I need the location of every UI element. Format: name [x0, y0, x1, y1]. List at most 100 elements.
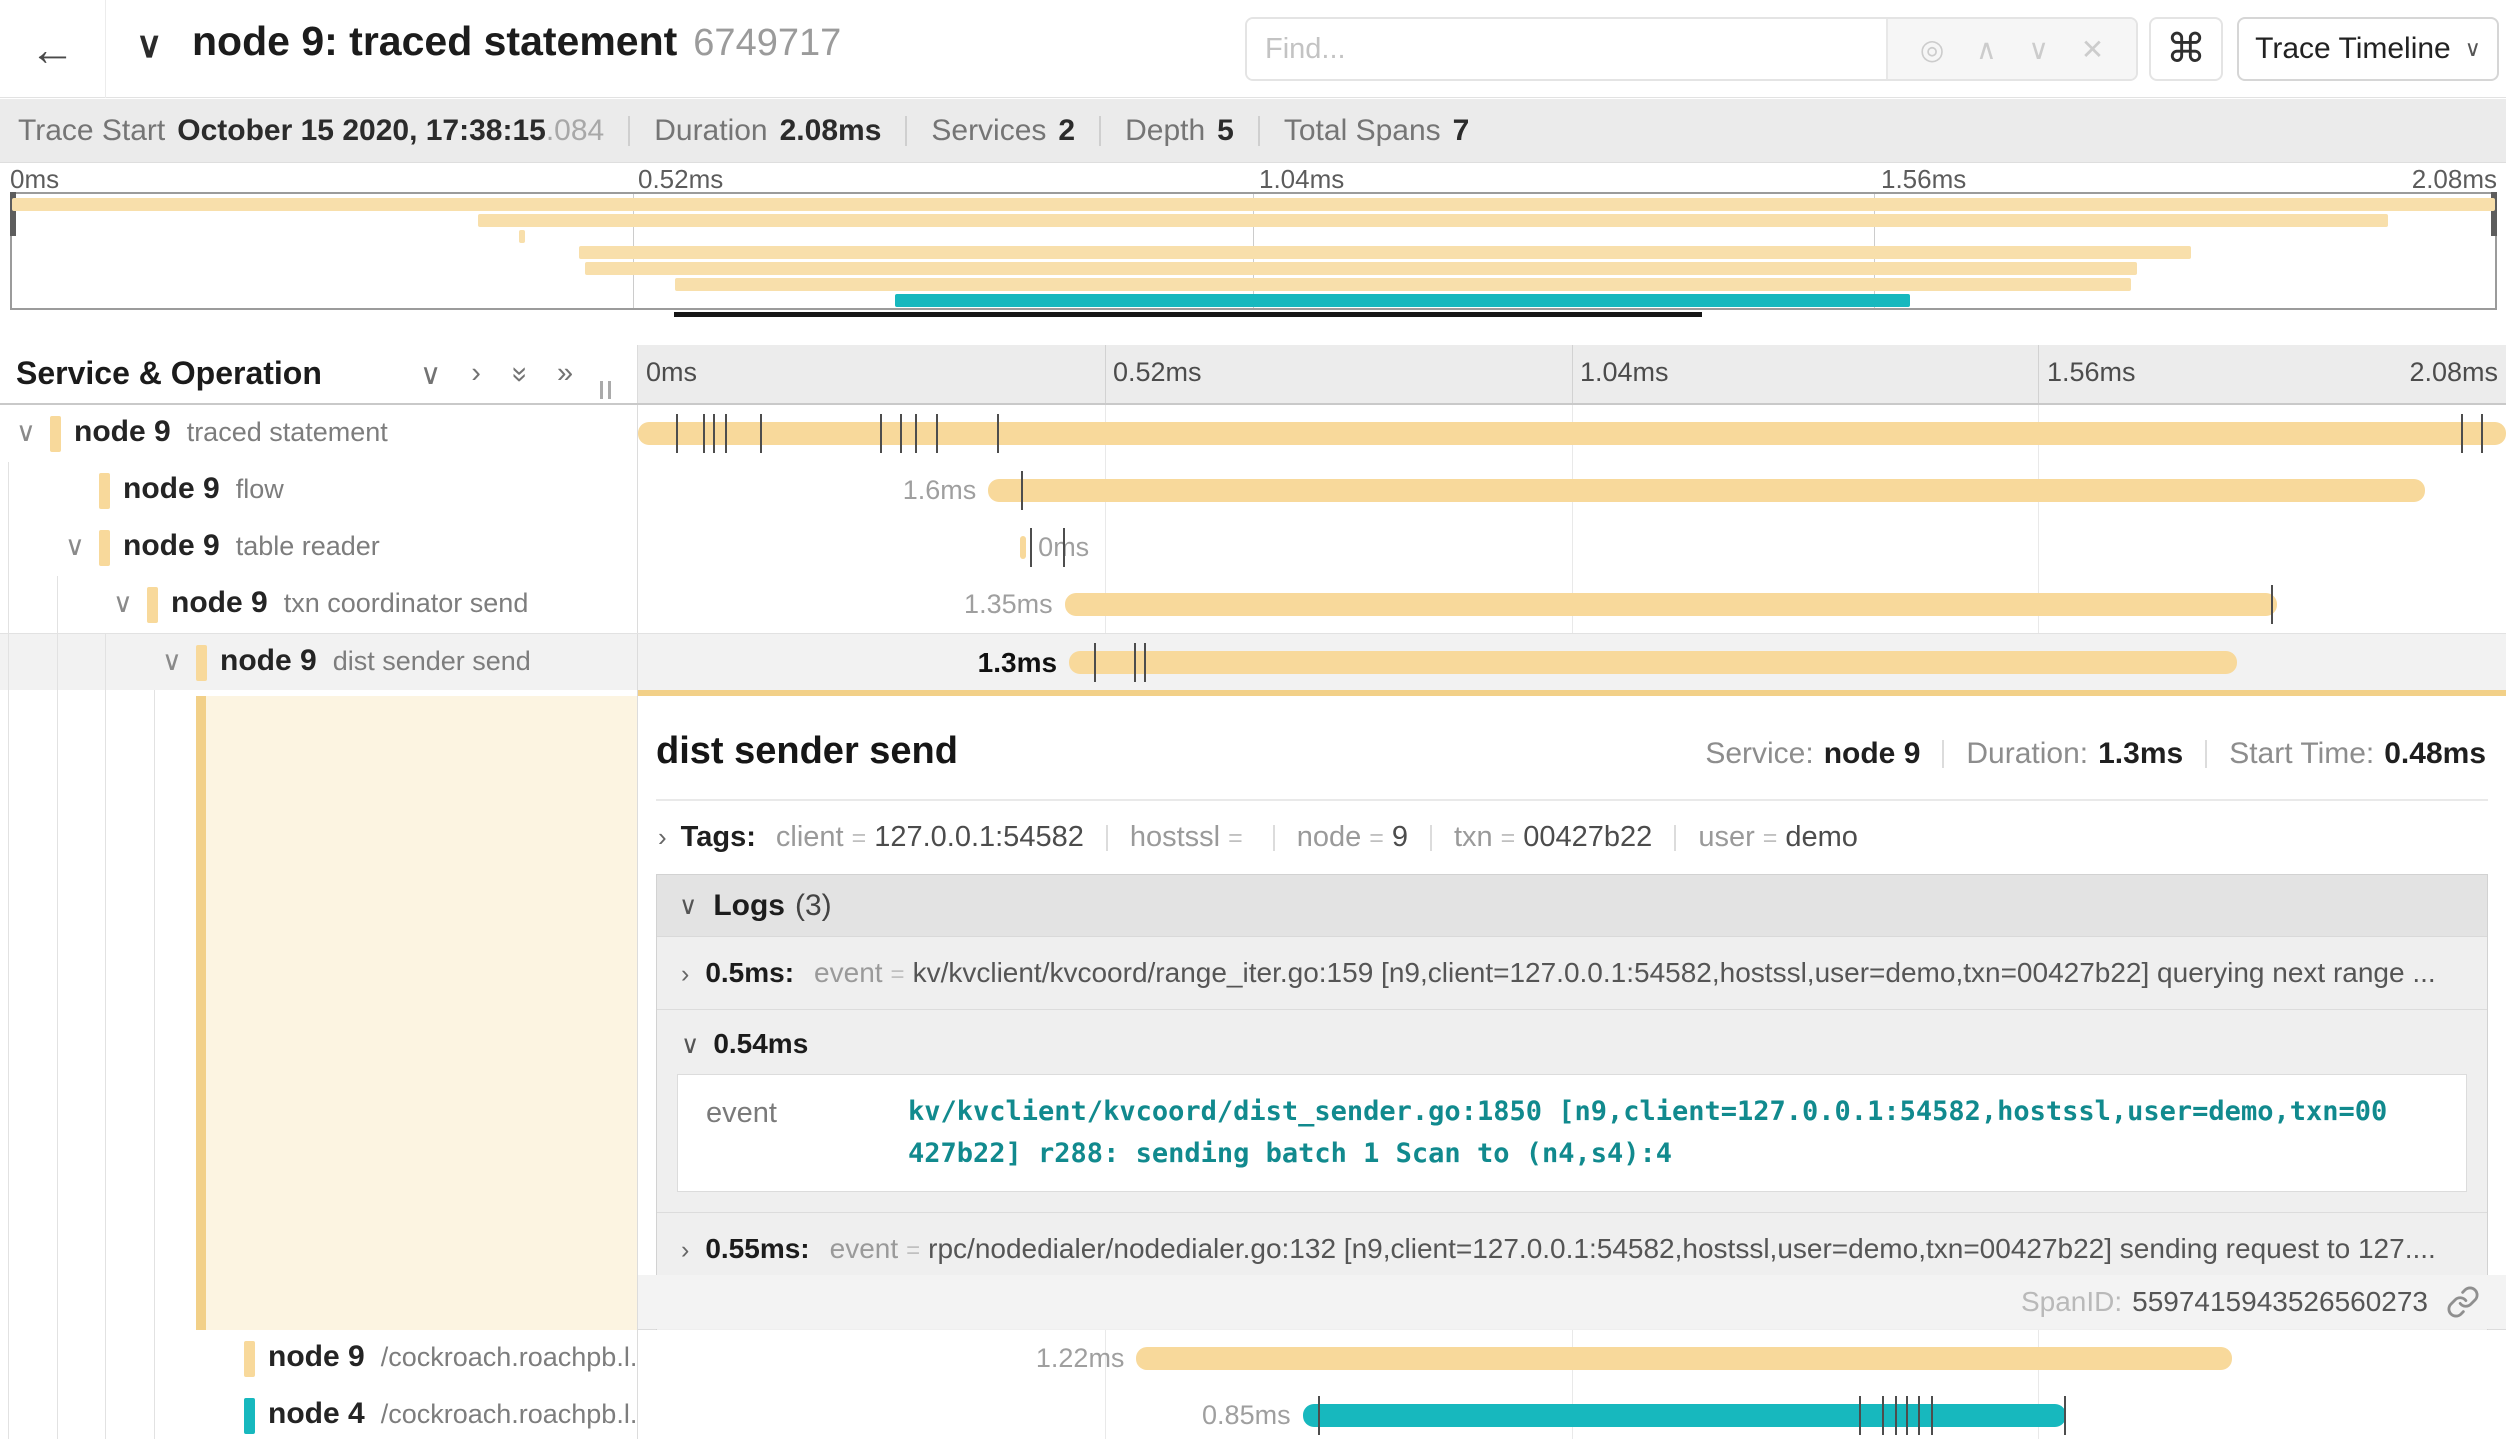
- link-icon[interactable]: [2446, 1285, 2480, 1319]
- span-rows-top: ∨node 9traced statementnode 9flow1.6ms∨n…: [0, 405, 2506, 690]
- span-row[interactable]: node 4/cockroach.roachpb.l... 0.85ms: [0, 1387, 2506, 1439]
- indent-guide: [8, 462, 9, 519]
- span-name-cell[interactable]: node 9flow: [0, 462, 638, 519]
- span-service-name: node 4/cockroach.roachpb.l...: [268, 1397, 638, 1431]
- span-id-strip: SpanID: 5597415943526560273: [638, 1275, 2506, 1329]
- collapse-one-chevron-down-icon[interactable]: ∨: [420, 357, 441, 392]
- span-timeline-cell[interactable]: 1.35ms: [638, 576, 2506, 633]
- log-key: event: [678, 1075, 908, 1191]
- span-row[interactable]: ∨node 9dist sender send1.3ms: [0, 633, 2506, 690]
- collapse-all-double-chevron-down-icon[interactable]: »: [501, 366, 536, 382]
- trace-minimap[interactable]: [10, 192, 2497, 310]
- span-bar[interactable]: [638, 422, 2506, 445]
- tag-item: hostssl=: [1130, 821, 1251, 854]
- timeline-section-header: Service & Operation ∨ › » » 0ms 0.52ms 1…: [0, 345, 2506, 405]
- span-bar[interactable]: [1303, 1404, 2066, 1427]
- span-timeline-cell[interactable]: 0ms: [638, 519, 2506, 576]
- trace-title-chevron-down-icon[interactable]: ∨: [136, 24, 162, 66]
- prev-result-icon[interactable]: ∧: [1976, 33, 1997, 66]
- span-detail-left-highlight: [206, 696, 637, 1330]
- expand-all-double-chevron-right-icon[interactable]: »: [557, 357, 573, 392]
- span-color-bar: [99, 473, 110, 509]
- equals-sign: =: [1369, 824, 1384, 852]
- trace-view-dropdown[interactable]: Trace Timeline ∨: [2237, 17, 2499, 81]
- minimap-tick-label: 2.08ms: [2412, 164, 2497, 195]
- log-entry-expanded: ∨ 0.54ms event kv/kvclient/kvcoord/dist_…: [657, 1010, 2487, 1213]
- span-duration-label: 1.6ms: [903, 475, 977, 506]
- span-name-cell[interactable]: node 9/cockroach.roachpb.l...: [0, 1330, 638, 1387]
- span-detail-title: dist sender send: [656, 730, 958, 773]
- span-bar[interactable]: [1069, 651, 2237, 674]
- log-value: rpc/nodedialer/nodedialer.go:132 [n9,cli…: [928, 1233, 2436, 1265]
- minimap-tick-label: 1.56ms: [1881, 164, 1966, 195]
- indent-guide: [57, 634, 58, 690]
- tags-chevron-right-icon[interactable]: ›: [658, 822, 667, 853]
- log-marker-tick: [900, 414, 902, 453]
- indent-guide: [57, 1387, 58, 1439]
- logs-count: (3): [795, 889, 832, 923]
- span-expander-chevron-down-icon[interactable]: ∨: [162, 646, 182, 677]
- span-row[interactable]: node 9/cockroach.roachpb.l...1.22ms: [0, 1330, 2506, 1387]
- tag-item: user=demo: [1698, 821, 1858, 854]
- minimap-scroll-indicator[interactable]: [674, 312, 1701, 317]
- log-entry[interactable]: › 0.5ms: event = kv/kvclient/kvcoord/ran…: [657, 937, 2487, 1010]
- span-row[interactable]: ∨node 9traced statement: [0, 405, 2506, 462]
- span-bar[interactable]: [1020, 536, 1026, 559]
- span-timeline-cell[interactable]: [638, 405, 2506, 462]
- log-marker-tick: [1063, 528, 1065, 567]
- back-button[interactable]: ←: [0, 0, 106, 98]
- span-name-cell[interactable]: node 4/cockroach.roachpb.l...: [0, 1387, 638, 1439]
- span-operation-name: txn coordinator send: [284, 588, 529, 618]
- indent-guide: [57, 1330, 58, 1387]
- keyboard-shortcuts-button[interactable]: ⌘: [2149, 17, 2223, 81]
- log-marker-tick: [1895, 1396, 1897, 1435]
- span-bar[interactable]: [1136, 1347, 2232, 1370]
- span-timeline-cell[interactable]: 1.6ms: [638, 462, 2506, 519]
- column-resize-handle[interactable]: [600, 381, 611, 399]
- span-row[interactable]: node 9flow 1.6ms: [0, 462, 2506, 519]
- tag-item: node=9: [1297, 821, 1408, 854]
- span-expander-chevron-down-icon[interactable]: ∨: [16, 417, 36, 448]
- trace-id: 6749717: [693, 22, 841, 64]
- locate-icon[interactable]: ◎: [1920, 33, 1944, 66]
- find-input[interactable]: [1247, 19, 1886, 79]
- find-group: ◎ ∧ ∨ ✕: [1245, 17, 2138, 81]
- span-service-name: node 9txn coordinator send: [171, 586, 528, 620]
- span-timeline-cell[interactable]: 0.85ms: [638, 1387, 2506, 1439]
- page-header: ← ∨ node 9: traced statement6749717 ◎ ∧ …: [0, 0, 2506, 98]
- indent-guide: [154, 690, 155, 1330]
- summary-label: Services: [931, 114, 1046, 148]
- span-name-cell[interactable]: ∨node 9table reader: [0, 519, 638, 576]
- span-service-name: node 9flow: [123, 472, 284, 506]
- span-bar[interactable]: [988, 479, 2425, 502]
- back-arrow-icon: ←: [30, 22, 76, 76]
- log-entry-expanded-header[interactable]: ∨ 0.54ms: [657, 1010, 2487, 1074]
- span-name-cell[interactable]: ∨node 9traced statement: [0, 405, 638, 462]
- span-expander-chevron-down-icon[interactable]: ∨: [113, 588, 133, 619]
- tags-row[interactable]: › Tags: client=127.0.0.1:54582 hostssl= …: [638, 801, 2506, 854]
- span-name-cell[interactable]: ∨ node 9txn coordinator send: [0, 576, 638, 633]
- log-marker-tick: [2064, 1396, 2066, 1435]
- log-marker-tick: [1021, 471, 1023, 510]
- span-duration-label: 0.85ms: [1202, 1400, 1291, 1431]
- minimap-tick-label: 1.04ms: [1259, 164, 1344, 195]
- minimap-span-bar: [895, 294, 1910, 307]
- logs-header[interactable]: ∨ Logs (3): [657, 875, 2487, 937]
- next-result-icon[interactable]: ∨: [2028, 33, 2049, 66]
- span-operation-name: /cockroach.roachpb.l...: [381, 1342, 638, 1372]
- span-detail-meta: Service:node 9 Duration:1.3ms Start Time…: [1705, 737, 2486, 771]
- span-row[interactable]: ∨ node 9txn coordinator send 1.35ms: [0, 576, 2506, 633]
- span-timeline-cell[interactable]: 1.22ms: [638, 1330, 2506, 1387]
- clear-search-icon[interactable]: ✕: [2081, 33, 2104, 66]
- equals-sign: =: [852, 824, 867, 852]
- minimap-span-bar: [519, 230, 525, 243]
- log-marker-tick: [1094, 643, 1096, 682]
- ruler-tick-label: 1.56ms: [2047, 357, 2136, 388]
- span-name-cell[interactable]: ∨node 9dist sender send: [0, 634, 638, 690]
- expand-one-chevron-right-icon[interactable]: ›: [471, 357, 481, 392]
- span-bar[interactable]: [1065, 593, 2277, 616]
- command-icon: ⌘: [2166, 26, 2206, 72]
- span-timeline-cell[interactable]: 1.3ms: [638, 634, 2506, 690]
- span-row[interactable]: ∨node 9table reader0ms: [0, 519, 2506, 576]
- span-expander-chevron-down-icon[interactable]: ∨: [65, 531, 85, 562]
